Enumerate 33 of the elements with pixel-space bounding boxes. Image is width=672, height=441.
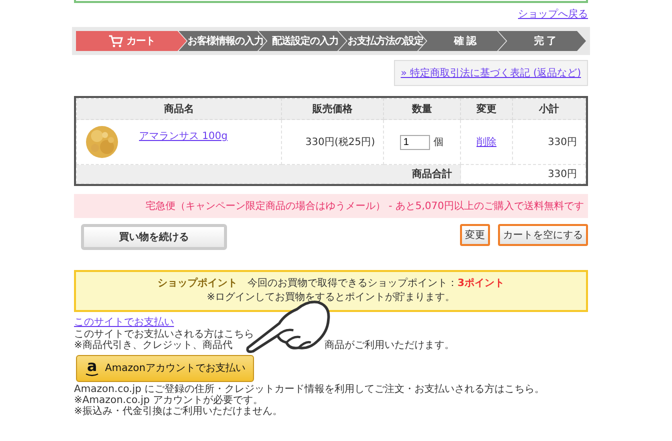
product-link[interactable]: アマランサス 100g — [139, 129, 228, 143]
cart-button[interactable]: 変更 — [460, 224, 490, 246]
payment-note: 商品がご利用いただけます。 — [324, 340, 454, 352]
column-header: 商品名 — [164, 104, 194, 115]
cart-icon — [108, 34, 123, 48]
site-payment-text: このサイトでお支払いされる方はこちら — [74, 328, 254, 340]
unit-text: 個 — [434, 136, 444, 148]
amazon-info-text: ※振込み・代金引換はご利用いただけません。 — [74, 406, 282, 416]
points-note: ※ログインしてお買物をするとポイントが貯まります。 — [206, 292, 456, 303]
legal-notice-link[interactable]: » 特定商取引法に基づく表記 (返品など) — [400, 68, 581, 79]
total-text: 330円 — [548, 169, 577, 180]
subtotal-text: 330円 — [548, 137, 577, 148]
price-text: 330円(税25円) — [305, 137, 375, 148]
points-title: ショップポイント — [158, 278, 238, 289]
column-header: 小計 — [539, 104, 559, 115]
amazon-info-text: ※Amazon.co.jp アカウントが必要です。 — [74, 394, 263, 406]
points-value: 3ポイント — [458, 278, 504, 289]
total-label: 商品合計 — [412, 169, 452, 180]
amazon-info-text: Amazon.co.jp にご登録の住所・クレジットカード情報を利用してご注文・お支払いされる方はこちら。 — [74, 384, 545, 394]
site-payment-link[interactable]: このサイトでお支払い — [74, 317, 174, 328]
amazon-logo: a — [86, 360, 98, 372]
column-header: 数量 — [412, 104, 432, 115]
column-header: 販売価格 — [312, 104, 352, 115]
continue-shopping-button[interactable]: 買い物を続ける — [81, 224, 227, 250]
shipping-notice: 宅急便（キャンペーン限定商品の場合はゆうメール） - あと5,070円以上のご購入で送料無料です — [74, 194, 588, 218]
delete-link[interactable]: 削除 — [476, 137, 496, 148]
points-text: 今回のお買物で取得できるショップポイント： — [248, 278, 458, 289]
cart-button[interactable]: カートを空にする — [498, 224, 588, 246]
back-to-shop-link[interactable]: ショップへ戻る — [518, 9, 588, 20]
quantity-field[interactable]: 1 — [400, 134, 430, 150]
amazon-pay-button[interactable]: a Amazonアカウントでお支払い — [76, 354, 254, 382]
payment-note: ※商品代引き、クレジット、商品代 — [74, 340, 232, 352]
column-header: 変更 — [476, 104, 496, 115]
